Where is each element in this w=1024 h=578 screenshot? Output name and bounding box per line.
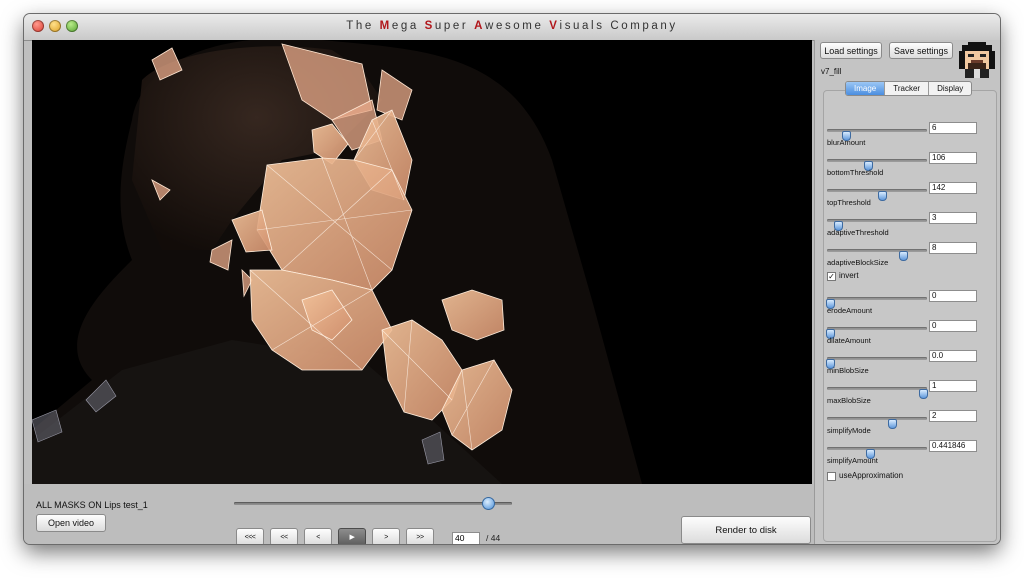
topThreshold-value-field[interactable]: 142 xyxy=(929,182,977,194)
render-to-disk-button[interactable]: Render to disk xyxy=(681,516,811,544)
slider-row-simplifyAmount: simplifyAmount 0.441846 xyxy=(815,440,1000,470)
first-frame-button[interactable]: <<< xyxy=(236,528,264,544)
adaptiveBlockSize-value-field[interactable]: 8 xyxy=(929,242,977,254)
slider-row-adaptiveBlockSize: adaptiveBlockSize 8 xyxy=(815,242,1000,272)
bottomThreshold-value-field[interactable]: 106 xyxy=(929,152,977,164)
maxBlobSize-value-field[interactable]: 1 xyxy=(929,380,977,392)
slider-row-blurAmount: blurAmount 6 xyxy=(815,122,1000,152)
topThreshold-slider[interactable] xyxy=(827,189,927,201)
simplifyAmount-value-field[interactable]: 0.441846 xyxy=(929,440,977,452)
dilateAmount-slider[interactable] xyxy=(826,327,927,339)
minBlobSize-label: minBlobSize xyxy=(827,366,869,375)
tab-display[interactable]: Display xyxy=(929,82,971,95)
frame-number-input[interactable]: 40 xyxy=(452,532,480,544)
title-bar: The Mega Super Awesome Visuals Company xyxy=(24,14,1000,41)
title-text: ega xyxy=(391,20,425,32)
slider-row-adaptiveThreshold: adaptiveThreshold 3 xyxy=(815,212,1000,242)
video-frame-image xyxy=(32,40,642,484)
erodeAmount-value-field[interactable]: 0 xyxy=(929,290,977,302)
timeline-scrubber[interactable] xyxy=(234,497,512,510)
maxBlobSize-label: maxBlobSize xyxy=(827,396,871,405)
minBlobSize-slider[interactable] xyxy=(826,357,927,369)
slider-row-topThreshold: topThreshold 142 xyxy=(815,182,1000,212)
settings-tabs: Image Tracker Display xyxy=(845,81,973,96)
play-button[interactable]: ▶ xyxy=(338,528,366,544)
rewind-button[interactable]: << xyxy=(270,528,298,544)
use-approximation-checkbox[interactable] xyxy=(827,472,836,481)
minBlobSize-value-field[interactable]: 0.0 xyxy=(929,350,977,362)
app-window: The Mega Super Awesome Visuals Company A… xyxy=(24,14,1000,544)
title-highlight-letter: M xyxy=(379,20,392,32)
erodeAmount-slider[interactable] xyxy=(826,297,927,309)
settings-panel: Load settings Save settings v7_fill Imag… xyxy=(814,40,1000,544)
dilateAmount-value-field[interactable]: 0 xyxy=(929,320,977,332)
adaptiveBlockSize-label: adaptiveBlockSize xyxy=(827,258,889,267)
avatar-icon xyxy=(959,42,995,78)
title-text: Company xyxy=(610,20,678,32)
simplifyMode-value-field[interactable]: 2 xyxy=(929,410,977,422)
preset-name-label: v7_fill xyxy=(821,67,842,76)
invert-checkbox[interactable]: ✓ xyxy=(827,272,836,281)
topThreshold-label: topThreshold xyxy=(827,198,871,207)
simplifyMode-slider[interactable] xyxy=(827,417,927,429)
adaptiveBlockSize-slider[interactable] xyxy=(827,249,927,261)
simplifyAmount-slider[interactable] xyxy=(827,447,927,459)
bottomThreshold-label: bottomThreshold xyxy=(827,168,884,177)
blurAmount-value-field[interactable]: 6 xyxy=(929,122,977,134)
tab-tracker[interactable]: Tracker xyxy=(885,82,930,95)
topThreshold-slider-thumb[interactable] xyxy=(878,191,887,201)
title-text: wesome xyxy=(485,20,550,32)
timeline-scrubber-handle[interactable] xyxy=(481,497,495,510)
maxBlobSize-slider[interactable] xyxy=(827,387,928,399)
title-highlight-letter: S xyxy=(424,20,435,32)
window-title: The Mega Super Awesome Visuals Company xyxy=(24,20,1000,32)
load-settings-button[interactable]: Load settings xyxy=(820,42,882,59)
title-text: uper xyxy=(434,20,475,32)
erodeAmount-label: erodeAmount xyxy=(827,306,873,315)
slider-row-maxBlobSize: maxBlobSize 1 xyxy=(815,380,1000,410)
maxBlobSize-slider-thumb[interactable] xyxy=(919,389,928,399)
slider-row-dilateAmount: dilateAmount 0 xyxy=(815,320,1000,350)
simplifyMode-label: simplifyMode xyxy=(827,426,871,435)
save-settings-button[interactable]: Save settings xyxy=(889,42,953,59)
step-back-button[interactable]: < xyxy=(304,528,332,544)
title-text: The xyxy=(346,20,380,32)
use-approximation-label: useApproximation xyxy=(839,471,904,480)
blurAmount-slider[interactable] xyxy=(827,129,927,141)
open-video-button[interactable]: Open video xyxy=(36,514,106,532)
video-viewport[interactable] xyxy=(32,40,812,484)
title-highlight-letter: V xyxy=(549,20,560,32)
fast-forward-button[interactable]: >> xyxy=(406,528,434,544)
title-text: isuals xyxy=(559,20,611,32)
simplifyMode-slider-thumb[interactable] xyxy=(888,419,897,429)
slider-row-simplifyMode: simplifyMode 2 xyxy=(815,410,1000,440)
adaptiveThreshold-slider[interactable] xyxy=(827,219,927,231)
slider-row-erodeAmount: erodeAmount 0 xyxy=(815,290,1000,320)
tab-image[interactable]: Image xyxy=(846,82,886,95)
adaptiveThreshold-label: adaptiveThreshold xyxy=(827,228,889,237)
blurAmount-label: blurAmount xyxy=(827,138,866,147)
slider-row-minBlobSize: minBlobSize 0.0 xyxy=(815,350,1000,380)
clip-name-label: ALL MASKS ON Lips test_1 xyxy=(36,500,148,510)
simplifyAmount-label: simplifyAmount xyxy=(827,456,878,465)
adaptiveThreshold-value-field[interactable]: 3 xyxy=(929,212,977,224)
invert-label: invert xyxy=(839,271,859,280)
bottomThreshold-slider[interactable] xyxy=(827,159,927,171)
dilateAmount-label: dilateAmount xyxy=(827,336,871,345)
adaptiveBlockSize-slider-thumb[interactable] xyxy=(899,251,908,261)
transport-bar: ALL MASKS ON Lips test_1 Open video <<< <… xyxy=(24,484,814,544)
total-frames-label: / 44 xyxy=(486,533,501,543)
slider-row-bottomThreshold: bottomThreshold 106 xyxy=(815,152,1000,182)
step-forward-button[interactable]: > xyxy=(372,528,400,544)
title-highlight-letter: A xyxy=(474,20,486,32)
